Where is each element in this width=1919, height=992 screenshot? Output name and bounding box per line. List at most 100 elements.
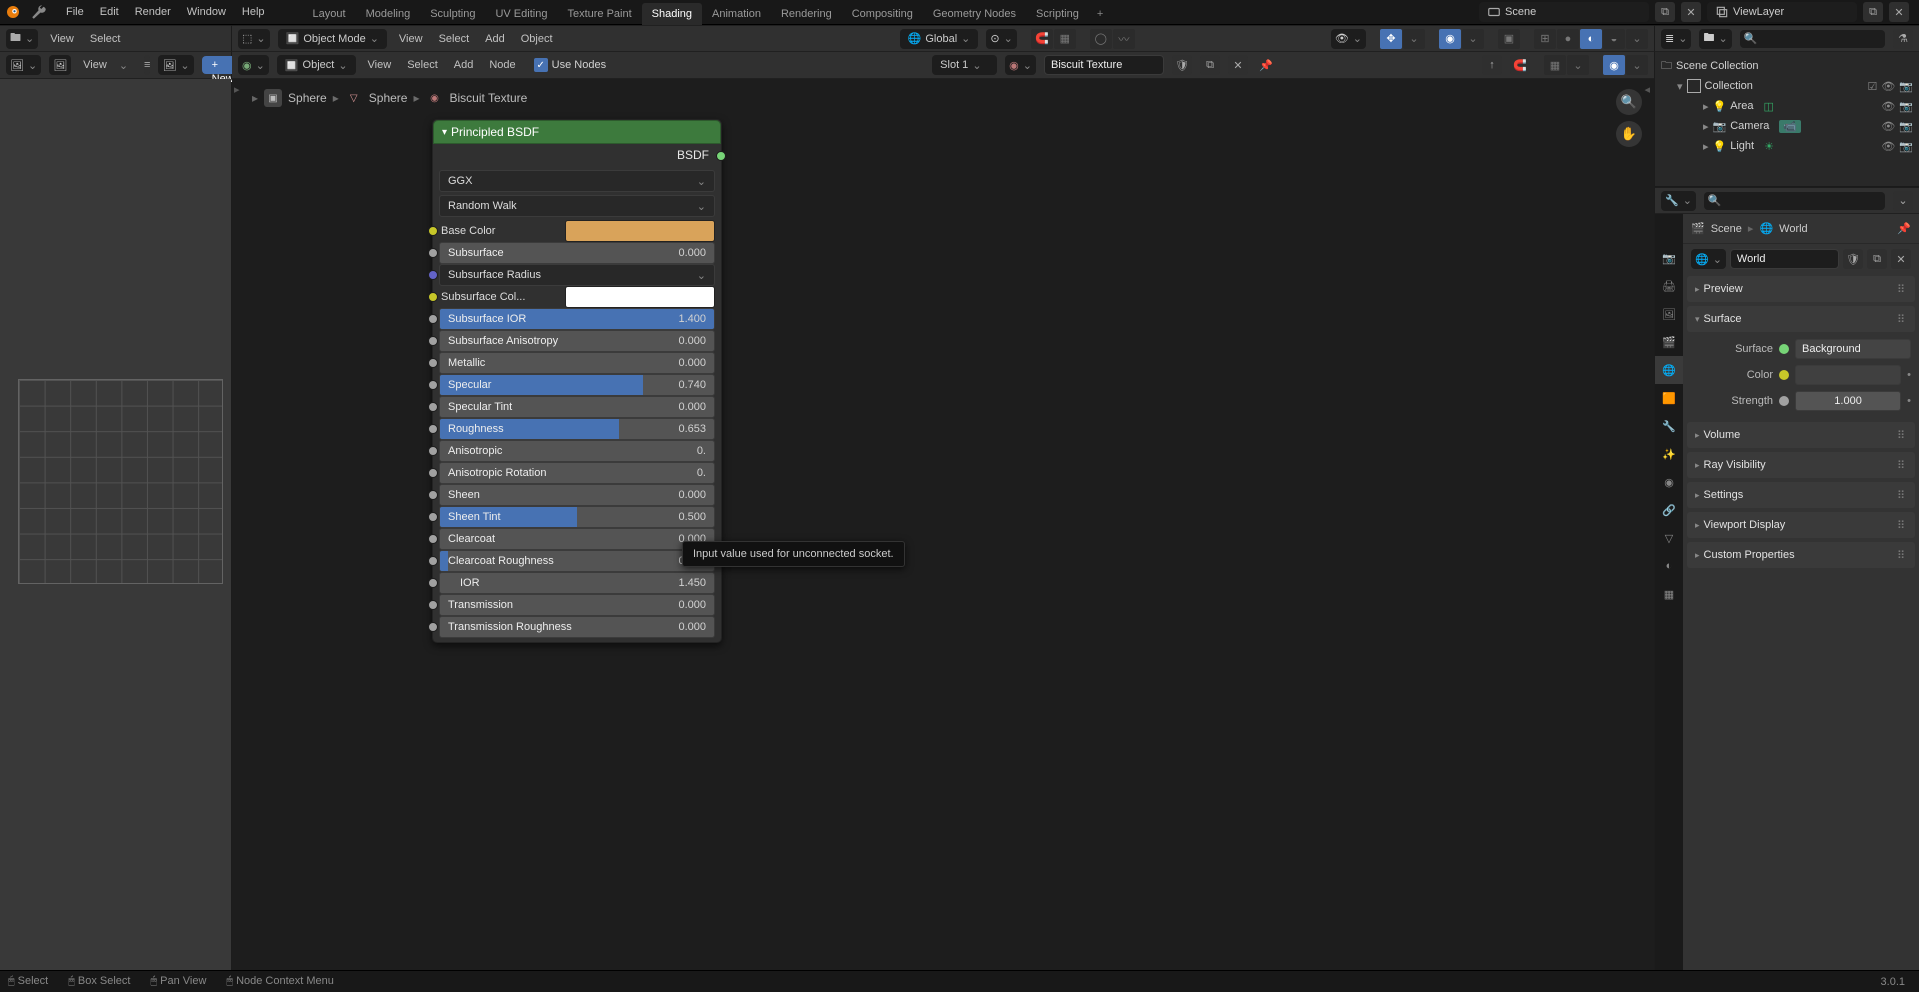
world-new[interactable]: ⧉ [1867, 249, 1887, 269]
node-input-base-color[interactable]: Base Color [439, 220, 715, 242]
tab-uv[interactable]: UV Editing [485, 3, 557, 25]
node-input-sheen[interactable]: Sheen0.000 [439, 484, 715, 506]
color-swatch[interactable] [565, 220, 715, 242]
parent-node-button[interactable]: ↑ [1482, 55, 1502, 75]
node-input-clearcoat-roughness[interactable]: Clearcoat Roughness0.030 [439, 550, 715, 572]
panel-custom[interactable]: Custom Properties⠿ [1687, 542, 1915, 568]
panel-preview[interactable]: Preview⠿ [1687, 276, 1915, 302]
strength-field[interactable]: 1.000 [1795, 391, 1901, 411]
tab-rendering[interactable]: Rendering [771, 3, 842, 25]
menu-render[interactable]: Render [127, 0, 179, 25]
duplicate-material-button[interactable]: ⧉ [1200, 55, 1220, 75]
new-scene-button[interactable]: ⧉ [1655, 2, 1675, 22]
tab-texpaint[interactable]: Texture Paint [557, 3, 641, 25]
slider[interactable]: Specular Tint0.000 [439, 396, 715, 418]
menu-file[interactable]: File [58, 0, 92, 25]
pivot-selector[interactable]: ⊙ [986, 29, 1016, 49]
object-menu-3d[interactable]: Object [517, 33, 557, 45]
tab-object[interactable]: 🟧 [1655, 384, 1683, 412]
tree-area[interactable]: ▸💡Area◫👁📷 [1655, 96, 1919, 116]
snap-node-options[interactable]: ▦ [1544, 55, 1566, 75]
tree-scene-collection[interactable]: 🗀Scene Collection [1655, 56, 1919, 76]
strength-dot[interactable]: • [1907, 395, 1911, 407]
preferences-icon[interactable] [30, 3, 48, 21]
node-input-specular[interactable]: Specular0.740 [439, 374, 715, 396]
world-fakeuser[interactable]: 🛡 [1843, 249, 1863, 269]
panel-ray[interactable]: Ray Visibility⠿ [1687, 452, 1915, 478]
tab-compositing[interactable]: Compositing [842, 3, 923, 25]
node-input-subsurface-anisotropy[interactable]: Subsurface Anisotropy0.000 [439, 330, 715, 352]
node-input-subsurface-radius[interactable]: Subsurface Radius [439, 264, 715, 286]
eye-icon[interactable]: 👁 [1881, 100, 1895, 113]
tab-layout[interactable]: Layout [303, 3, 356, 25]
pin-button[interactable]: 📌 [1256, 55, 1276, 75]
outliner-filter-button[interactable]: ⚗ [1893, 29, 1913, 49]
tab-animation[interactable]: Animation [702, 3, 771, 25]
slider[interactable]: Clearcoat0.000 [439, 528, 715, 550]
world-unlink[interactable]: ✕ [1891, 249, 1911, 269]
input-socket[interactable] [428, 490, 438, 500]
viewlayer-selector[interactable]: ViewLayer [1707, 2, 1857, 22]
tab-data[interactable]: ▽ [1655, 524, 1683, 552]
tree-light[interactable]: ▸💡Light☀👁📷 [1655, 136, 1919, 156]
eye-icon[interactable]: 👁 [1881, 120, 1895, 133]
output-socket[interactable] [716, 151, 726, 161]
surface-shader-field[interactable]: Background [1795, 339, 1911, 359]
slider[interactable]: Metallic0.000 [439, 352, 715, 374]
select-menu-3d[interactable]: Select [435, 33, 474, 45]
snap-node-button[interactable]: 🧲 [1510, 55, 1530, 75]
input-socket[interactable] [428, 402, 438, 412]
value-field[interactable]: IOR1.450 [439, 572, 715, 594]
node-input-metallic[interactable]: Metallic0.000 [439, 352, 715, 374]
breadcrumb-mat[interactable]: Biscuit Texture [450, 91, 528, 105]
principled-bsdf-node[interactable]: ▾ Principled BSDF BSDF GGX Random Walk B… [432, 119, 722, 643]
tab-texture[interactable]: ▦ [1655, 580, 1683, 608]
solid-mode-icon[interactable]: ● [1557, 29, 1579, 49]
toggle-sidebar-right[interactable]: ◂ [1644, 83, 1650, 96]
slider[interactable]: Subsurface IOR1.400 [439, 308, 715, 330]
tab-particles[interactable]: ✨ [1655, 440, 1683, 468]
delete-viewlayer-button[interactable]: ✕ [1889, 2, 1909, 22]
tab-physics[interactable]: ◉ [1655, 468, 1683, 496]
slider[interactable]: Specular0.740 [439, 374, 715, 396]
outliner-search[interactable]: 🔍 [1740, 30, 1885, 48]
panel-settings[interactable]: Settings⠿ [1687, 482, 1915, 508]
list-icon[interactable]: ≡ [144, 55, 150, 75]
node-input-transmission-roughness[interactable]: Transmission Roughness0.000 [439, 616, 715, 638]
input-socket[interactable] [428, 292, 438, 302]
editor-type-outliner[interactable]: ≣ [1661, 29, 1691, 49]
breadcrumb-obj2[interactable]: Sphere [369, 91, 408, 105]
shader-add-menu[interactable]: Add [450, 59, 478, 71]
new-viewlayer-button[interactable]: ⧉ [1863, 2, 1883, 22]
tab-render[interactable]: 📷 [1655, 244, 1683, 272]
scene-selector[interactable]: Scene [1479, 2, 1649, 22]
shader-view-menu[interactable]: View [364, 59, 396, 71]
snap-node-chev[interactable]: ⌄ [1567, 55, 1589, 75]
node-input-clearcoat[interactable]: Clearcoat0.000 [439, 528, 715, 550]
shader-node-menu[interactable]: Node [485, 59, 519, 71]
menu-window[interactable]: Window [179, 0, 234, 25]
image-editor-canvas[interactable] [0, 79, 231, 970]
shader-type-selector[interactable]: 🔲Object [277, 55, 356, 75]
tab-world[interactable]: 🌐 [1655, 356, 1683, 384]
tree-collection[interactable]: ▾Collection☑👁📷 [1655, 76, 1919, 96]
input-socket[interactable] [428, 424, 438, 434]
eye-icon[interactable]: 👁 [1881, 140, 1895, 153]
slider[interactable]: Transmission0.000 [439, 594, 715, 616]
rendered-mode-icon[interactable]: ◒ [1603, 29, 1625, 49]
tab-modeling[interactable]: Modeling [356, 3, 421, 25]
tab-viewlayer[interactable]: 🖼 [1655, 300, 1683, 328]
node-input-anisotropic-rotation[interactable]: Anisotropic Rotation0. [439, 462, 715, 484]
slider[interactable]: Anisotropic Rotation0. [439, 462, 715, 484]
camera-icon[interactable]: 📷 [1899, 80, 1913, 93]
add-menu-3d[interactable]: Add [481, 33, 509, 45]
distribution-select[interactable]: GGX [439, 170, 715, 192]
panel-volume[interactable]: Volume⠿ [1687, 422, 1915, 448]
node-input-transmission[interactable]: Transmission0.000 [439, 594, 715, 616]
editor-type-props[interactable]: 🔧 [1661, 191, 1696, 211]
slot-selector[interactable]: Slot 1 [932, 55, 997, 75]
node-input-subsurface-ior[interactable]: Subsurface IOR1.400 [439, 308, 715, 330]
input-socket[interactable] [428, 336, 438, 346]
editor-type-selector-left[interactable]: 🖿 [6, 29, 38, 49]
menu-help[interactable]: Help [234, 0, 273, 25]
